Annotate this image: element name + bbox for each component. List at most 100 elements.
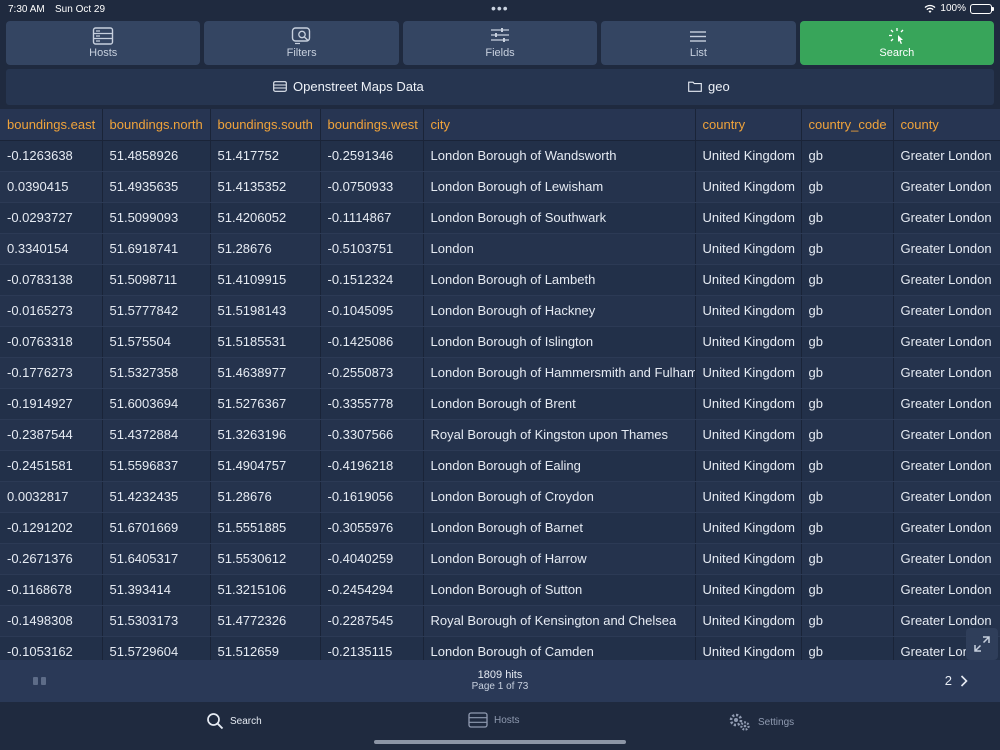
next-page-button[interactable]: 2 [945, 673, 968, 688]
filter-search-icon [291, 27, 310, 45]
chevron-right-icon [960, 674, 968, 687]
table-row[interactable]: -0.1053162 51.5729604 51.512659 -0.2135115 L… [0, 636, 1000, 660]
cell-country: United Kingdom [695, 295, 802, 327]
cell-country-code: gb [801, 450, 894, 482]
list-button[interactable]: List [601, 21, 796, 65]
home-indicator[interactable] [374, 740, 626, 744]
cell-city: London Borough of Southwark [423, 202, 696, 234]
pagination-handle-icon[interactable] [33, 677, 46, 685]
cell-boundings-south: 51.5276367 [210, 388, 321, 420]
cell-boundings-east: -0.1168678 [0, 574, 103, 606]
cell-boundings-south: 51.4638977 [210, 357, 321, 389]
status-time: 7:30 AM [8, 4, 45, 15]
table-row[interactable]: -0.1914927 51.6003694 51.5276367 -0.3355778… [0, 388, 1000, 420]
cell-boundings-north: 51.6405317 [102, 543, 211, 575]
cell-country-code: gb [801, 419, 894, 451]
column-header-city[interactable]: city [423, 109, 696, 141]
tab-search[interactable]: Search [206, 712, 262, 730]
cell-country: United Kingdom [695, 636, 802, 660]
cell-city: London Borough of Islington [423, 326, 696, 358]
status-date: Sun Oct 29 [55, 4, 106, 15]
cell-country: United Kingdom [695, 326, 802, 358]
cell-boundings-east: -0.1498308 [0, 605, 103, 637]
index-selector[interactable]: Openstreet Maps Data [273, 79, 424, 94]
column-header-boundings-west[interactable]: boundings.west [320, 109, 424, 141]
cell-boundings-east: -0.0763318 [0, 326, 103, 358]
cell-boundings-east: 0.0032817 [0, 481, 103, 513]
multitasking-dots-icon[interactable]: ••• [491, 0, 509, 16]
cell-boundings-east: -0.1263638 [0, 140, 103, 172]
column-header-boundings-north[interactable]: boundings.north [102, 109, 211, 141]
cell-boundings-north: 51.4858926 [102, 140, 211, 172]
folder-selector[interactable]: geo [688, 79, 730, 94]
cell-boundings-east: -0.1914927 [0, 388, 103, 420]
column-header-boundings-south[interactable]: boundings.south [210, 109, 321, 141]
hosts-button-label: Hosts [89, 47, 118, 59]
table-row[interactable]: -0.0293727 51.5099093 51.4206052 -0.1114867… [0, 202, 1000, 234]
cell-country-code: gb [801, 636, 894, 660]
cell-boundings-east: -0.0293727 [0, 202, 103, 234]
search-button[interactable]: Search [799, 21, 995, 65]
cell-boundings-west: -0.4040259 [320, 543, 424, 575]
cell-boundings-south: 51.417752 [210, 140, 321, 172]
tab-hosts[interactable]: Hosts [468, 712, 520, 728]
cell-boundings-west: -0.1512324 [320, 264, 424, 296]
cell-country-code: gb [801, 574, 894, 606]
sliders-icon [491, 28, 510, 42]
cell-country: United Kingdom [695, 419, 802, 451]
cell-city: London [423, 233, 696, 265]
column-header-boundings-east[interactable]: boundings.east [0, 109, 103, 141]
cell-country-code: gb [801, 605, 894, 637]
cell-boundings-south: 51.3263196 [210, 419, 321, 451]
cell-boundings-south: 51.5185531 [210, 326, 321, 358]
cell-boundings-west: -0.2454294 [320, 574, 424, 606]
cell-city: Royal Borough of Kingston upon Thames [423, 419, 696, 451]
tab-hosts-label: Hosts [494, 714, 520, 726]
table-row[interactable]: -0.0783138 51.5098711 51.4109915 -0.1512324… [0, 264, 1000, 296]
expand-button[interactable] [966, 628, 998, 660]
table-row[interactable]: 0.0390415 51.4935635 51.4135352 -0.0750933 L… [0, 171, 1000, 203]
table-row[interactable]: -0.0763318 51.575504 51.5185531 -0.1425086 L… [0, 326, 1000, 358]
tab-settings[interactable]: Settings [728, 712, 794, 732]
cell-country: United Kingdom [695, 171, 802, 203]
cell-city: London Borough of Lewisham [423, 171, 696, 203]
cell-boundings-west: -0.1114867 [320, 202, 424, 234]
cell-boundings-east: -0.1776273 [0, 357, 103, 389]
column-header-country[interactable]: country [695, 109, 802, 141]
table-row[interactable]: -0.1168678 51.393414 51.3215106 -0.2454294 L… [0, 574, 1000, 606]
cell-country: United Kingdom [695, 450, 802, 482]
table-row[interactable]: 0.0032817 51.4232435 51.28676 -0.1619056 Lon… [0, 481, 1000, 513]
table-row[interactable]: -0.1498308 51.5303173 51.4772326 -0.2287545… [0, 605, 1000, 637]
tab-settings-label: Settings [758, 716, 795, 728]
cell-boundings-east: -0.1053162 [0, 636, 103, 660]
column-header-country-code[interactable]: country_code [801, 109, 894, 141]
cell-county: Greater London [893, 419, 1000, 451]
table-header-row: boundings.east boundings.north boundings… [0, 109, 1000, 141]
table-row[interactable]: -0.1776273 51.5327358 51.4638977 -0.2550873… [0, 357, 1000, 389]
cell-boundings-east: -0.0783138 [0, 264, 103, 296]
battery-percent: 100% [940, 3, 966, 14]
table-row[interactable]: -0.0165273 51.5777842 51.5198143 -0.1045095… [0, 295, 1000, 327]
table-row[interactable]: -0.2387544 51.4372884 51.3263196 -0.3307566… [0, 419, 1000, 451]
cell-boundings-north: 51.5327358 [102, 357, 211, 389]
cell-boundings-south: 51.4135352 [210, 171, 321, 203]
filters-button[interactable]: Filters [204, 21, 399, 65]
table-row[interactable]: 0.3340154 51.6918741 51.28676 -0.5103751 Lon… [0, 233, 1000, 265]
table-row[interactable]: -0.2671376 51.6405317 51.5530612 -0.4040259… [0, 543, 1000, 575]
cell-country: United Kingdom [695, 481, 802, 513]
column-header-county[interactable]: county [893, 109, 1000, 141]
table-row[interactable]: -0.2451581 51.5596837 51.4904757 -0.4196218… [0, 450, 1000, 482]
table-row[interactable]: -0.1291202 51.6701669 51.5551885 -0.3055976… [0, 512, 1000, 544]
hosts-button[interactable]: Hosts [6, 21, 201, 65]
table-row[interactable]: -0.1263638 51.4858926 51.417752 -0.2591346 L… [0, 140, 1000, 172]
folder-name: geo [708, 79, 730, 94]
tab-bar: Search Hosts Settings [0, 702, 1000, 750]
server-icon [93, 27, 114, 45]
cell-boundings-south: 51.512659 [210, 636, 321, 660]
cell-boundings-south: 51.4772326 [210, 605, 321, 637]
cell-boundings-north: 51.4232435 [102, 481, 211, 513]
cell-country-code: gb [801, 233, 894, 265]
cell-boundings-west: -0.3355778 [320, 388, 424, 420]
cell-country-code: gb [801, 357, 894, 389]
fields-button[interactable]: Fields [402, 21, 598, 65]
